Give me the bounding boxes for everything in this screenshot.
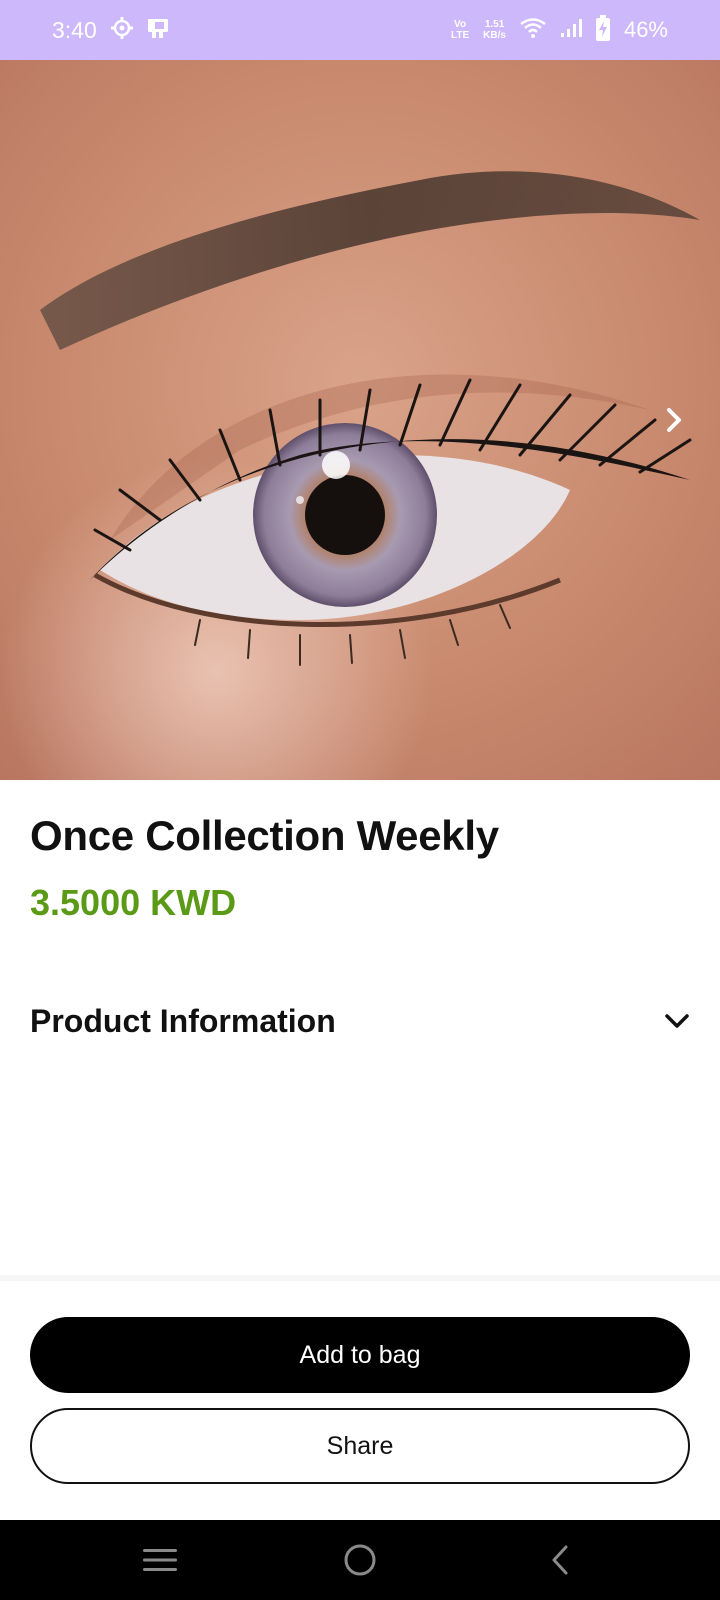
menu-button[interactable] (120, 1530, 200, 1590)
status-bar-left: 3:40 (52, 16, 169, 44)
product-details: Once Collection Weekly 3.5000 KWD (30, 812, 690, 924)
battery-percent: 46% (623, 17, 668, 42)
volte-icon: Vo LTE (451, 19, 469, 41)
notification-app-icon (147, 17, 169, 44)
wifi-icon (520, 17, 546, 43)
status-time: 3:40 (52, 16, 97, 43)
home-icon (344, 1544, 376, 1576)
product-image[interactable] (0, 60, 720, 780)
settings-gear-icon (110, 16, 133, 44)
product-title: Once Collection Weekly (30, 812, 499, 859)
network-speed: 1.51 KB/s (483, 19, 506, 41)
add-to-bag-button[interactable]: Add to bag (30, 1317, 690, 1393)
battery-charging-icon (595, 14, 610, 46)
volte-bottom-label: LTE (451, 30, 470, 41)
next-image-button[interactable] (654, 390, 694, 450)
network-speed-value: 1.51 (484, 19, 505, 30)
product-eye-illustration (0, 60, 720, 780)
chevron-down-icon (665, 1014, 689, 1028)
signal-icon (560, 18, 582, 43)
actions-divider (0, 1275, 720, 1281)
product-price: 3.5000 KWD (30, 882, 237, 923)
product-information-label: Product Information (30, 1002, 336, 1039)
status-bar-right: Vo LTE 1.51 KB/s 46% (451, 14, 668, 46)
back-icon (552, 1545, 568, 1575)
chevron-right-icon (667, 408, 681, 432)
system-navigation-bar (0, 1520, 720, 1600)
share-button[interactable]: Share (30, 1408, 690, 1484)
volte-top-label: Vo (454, 19, 467, 30)
menu-icon (143, 1549, 177, 1571)
status-bar: 3:40 Vo LTE 1.51 KB/s 46% (0, 0, 720, 60)
back-button[interactable] (520, 1530, 600, 1590)
product-information-toggle[interactable]: Product Information (30, 995, 690, 1047)
home-button[interactable] (320, 1530, 400, 1590)
network-speed-unit: KB/s (483, 30, 506, 41)
